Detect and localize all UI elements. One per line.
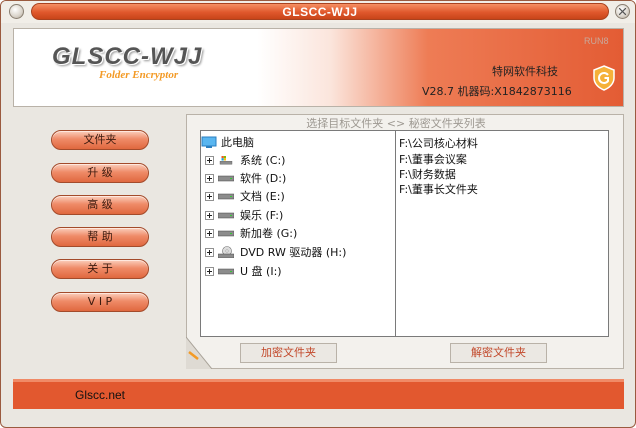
nav-folder-button[interactable]: 文件夹	[51, 130, 149, 150]
footer-bar: Glscc.net	[13, 379, 624, 409]
version-info: V28.7 机器码:X1842873116	[422, 85, 572, 98]
expand-icon[interactable]	[205, 191, 214, 201]
decrypt-folder-button[interactable]: 解密文件夹	[450, 343, 547, 363]
drive-label: 文档 (E:)	[240, 190, 285, 203]
tree-item-drive-g[interactable]: 新加卷 (G:)	[205, 225, 297, 241]
tree-item-drive-d[interactable]: 软件 (D:)	[205, 170, 286, 186]
app-logo: GLSCC-WJJ	[52, 43, 202, 71]
nav-about-button[interactable]: 关 于	[51, 259, 149, 279]
tree-item-drive-i[interactable]: U 盘 (I:)	[205, 263, 282, 279]
drive-label: 新加卷 (G:)	[240, 227, 298, 240]
drive-icon	[218, 193, 234, 199]
tree-root-this-pc[interactable]: 此电脑	[201, 135, 254, 149]
list-item[interactable]: F:\财务数据	[399, 166, 456, 182]
footer-website[interactable]: Glscc.net	[75, 388, 125, 402]
title-bar[interactable]: GLSCC-WJJ	[1, 1, 635, 23]
logo-subtitle: Folder Encryptor	[99, 69, 179, 81]
drive-icon	[218, 268, 234, 274]
close-icon	[619, 8, 626, 15]
tree-item-drive-c[interactable]: 系统 (C:)	[205, 152, 285, 168]
drive-label: 系统 (C:)	[240, 154, 286, 167]
company-name: 特网软件科技	[492, 65, 558, 78]
drive-icon	[218, 175, 234, 181]
window-title: GLSCC-WJJ	[282, 5, 358, 19]
tree-item-drive-e[interactable]: 文档 (E:)	[205, 188, 285, 204]
list-item[interactable]: F:\董事会议案	[399, 151, 467, 167]
nav-vip-button[interactable]: V I P	[51, 292, 149, 312]
close-button[interactable]	[615, 4, 630, 19]
dvd-drive-icon	[218, 246, 234, 258]
drive-label: U 盘 (I:)	[240, 265, 282, 278]
tree-root-label: 此电脑	[221, 136, 254, 149]
secret-folder-list[interactable]: F:\公司核心材料 F:\董事会议案 F:\财务数据 F:\董事长文件夹	[397, 131, 608, 336]
expand-icon[interactable]	[205, 210, 214, 220]
list-item[interactable]: F:\公司核心材料	[399, 135, 478, 151]
drive-label: 娱乐 (F:)	[240, 209, 284, 222]
nav-help-button[interactable]: 帮 助	[51, 227, 149, 247]
tree-item-drive-h[interactable]: DVD RW 驱动器 (H:)	[205, 244, 346, 260]
logo-text: GLSCC-WJJ	[52, 43, 203, 70]
expand-icon[interactable]	[205, 228, 214, 238]
nav-advanced-button[interactable]: 高 级	[51, 195, 149, 215]
drive-icon	[218, 212, 234, 218]
drive-label: 软件 (D:)	[240, 172, 287, 185]
drive-label: DVD RW 驱动器 (H:)	[240, 246, 347, 259]
list-item[interactable]: F:\董事长文件夹	[399, 181, 478, 197]
header-banner: GLSCC-WJJ Folder Encryptor RUN8 特网软件科技 V…	[13, 28, 624, 107]
run-label: RUN8	[584, 36, 609, 46]
encrypt-folder-button[interactable]: 加密文件夹	[240, 343, 337, 363]
folder-tree[interactable]: 此电脑 系统 (C:) 软件 (D:) 文档 (E:) 娱乐 (F:) 新加卷 …	[201, 131, 396, 336]
system-drive-icon	[219, 155, 233, 164]
expand-icon[interactable]	[205, 173, 214, 183]
pencil-icon	[188, 351, 199, 360]
expand-icon[interactable]	[205, 155, 214, 165]
panel-title: 选择目标文件夹 <> 秘密文件夹列表	[306, 115, 486, 130]
tree-item-drive-f[interactable]: 娱乐 (F:)	[205, 207, 283, 223]
app-window: GLSCC-WJJ GLSCC-WJJ Folder Encryptor RUN…	[0, 0, 636, 428]
computer-icon	[201, 136, 217, 148]
expand-icon[interactable]	[205, 247, 214, 257]
expand-icon[interactable]	[205, 266, 214, 276]
g-shield-icon	[593, 65, 615, 91]
system-menu-button[interactable]	[9, 4, 24, 19]
title-pill: GLSCC-WJJ	[31, 3, 609, 20]
nav-upgrade-button[interactable]: 升 级	[51, 163, 149, 183]
drive-icon	[218, 230, 234, 236]
